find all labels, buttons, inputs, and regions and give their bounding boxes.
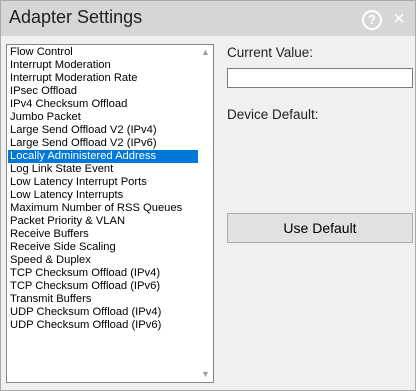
list-item[interactable]: Log Link State Event (8, 163, 198, 176)
list-item[interactable]: Locally Administered Address (8, 150, 198, 163)
close-icon[interactable]: × (389, 9, 409, 29)
list-item[interactable]: Flow Control (8, 46, 198, 59)
list-item[interactable]: TCP Checksum Offload (IPv4) (8, 267, 198, 280)
list-item[interactable]: Speed & Duplex (8, 254, 198, 267)
list-item[interactable]: IPsec Offload (8, 85, 198, 98)
current-value-label: Current Value: (227, 45, 314, 60)
list-item[interactable]: Interrupt Moderation Rate (8, 72, 198, 85)
use-default-button[interactable]: Use Default (227, 213, 413, 243)
current-value-input[interactable] (227, 68, 413, 88)
title-bar: Adapter Settings ? × (1, 1, 415, 36)
list-item[interactable]: Jumbo Packet (8, 111, 198, 124)
property-list: Flow Control Interrupt Moderation Interrup… (8, 46, 198, 332)
window-title: Adapter Settings (9, 7, 143, 27)
list-item[interactable]: IPv4 Checksum Offload (8, 98, 198, 111)
list-item[interactable]: Receive Side Scaling (8, 241, 198, 254)
list-item[interactable]: UDP Checksum Offload (IPv4) (8, 306, 198, 319)
list-item[interactable]: Packet Priority & VLAN (8, 215, 198, 228)
list-item[interactable]: Large Send Offload V2 (IPv4) (8, 124, 198, 137)
property-listbox[interactable]: Flow Control Interrupt Moderation Interrup… (6, 44, 214, 383)
help-icon[interactable]: ? (362, 10, 382, 30)
list-item[interactable]: Low Latency Interrupt Ports (8, 176, 198, 189)
vertical-scrollbar[interactable]: ▲ ▼ (198, 45, 213, 382)
list-item[interactable]: Receive Buffers (8, 228, 198, 241)
list-item[interactable]: UDP Checksum Offload (IPv6) (8, 319, 198, 332)
list-item[interactable]: TCP Checksum Offload (IPv6) (8, 280, 198, 293)
list-item[interactable]: Low Latency Interrupts (8, 189, 198, 202)
list-item[interactable]: Large Send Offload V2 (IPv6) (8, 137, 198, 150)
list-item[interactable]: Interrupt Moderation (8, 59, 198, 72)
scroll-up-arrow-icon[interactable]: ▲ (198, 45, 213, 60)
adapter-settings-window: Adapter Settings ? × Flow Control Interru… (0, 0, 416, 391)
list-item[interactable]: Transmit Buffers (8, 293, 198, 306)
list-item[interactable]: Maximum Number of RSS Queues (8, 202, 198, 215)
device-default-label: Device Default: (227, 107, 319, 122)
scroll-down-arrow-icon[interactable]: ▼ (198, 367, 213, 382)
